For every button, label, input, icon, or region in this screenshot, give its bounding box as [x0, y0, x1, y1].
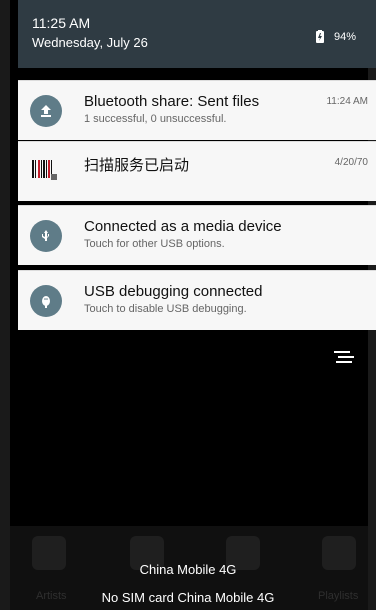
notification-bluetooth-share[interactable]: Bluetooth share: Sent files 1 successful… [18, 80, 376, 140]
notification-usb-media[interactable]: Connected as a media device Touch for ot… [18, 205, 376, 265]
carrier-label-top: China Mobile 4G [139, 562, 237, 577]
notification-scan-service[interactable]: 扫描服务已启动 4/20/70 [18, 141, 376, 201]
notification-title: Bluetooth share: Sent files [84, 93, 260, 110]
notification-time: 11:24 AM [326, 96, 368, 107]
notification-subtitle: Touch to disable USB debugging. [84, 303, 247, 315]
upload-icon [30, 95, 62, 127]
clock-time: 11:25 AM [32, 15, 91, 31]
notification-subtitle: Touch for other USB options. [84, 238, 225, 250]
notification-title: 扫描服务已启动 [84, 157, 190, 174]
usb-icon [30, 220, 62, 252]
barcode-icon [32, 160, 57, 180]
battery-icon [315, 30, 324, 43]
notification-usb-debugging[interactable]: USB debugging connected Touch to disable… [18, 270, 376, 330]
notification-title: USB debugging connected [84, 283, 263, 300]
android-debug-icon [30, 285, 62, 317]
notification-title: Connected as a media device [84, 218, 282, 235]
notification-time: 4/20/70 [334, 157, 368, 168]
battery-percentage: 94% [333, 31, 356, 43]
notification-header: 11:25 AM Wednesday, July 26 94% [18, 0, 376, 68]
notification-subtitle: 1 successful, 0 unsuccessful. [84, 113, 227, 125]
left-edge [0, 0, 10, 610]
carrier-label-bottom: No SIM card China Mobile 4G [101, 590, 275, 605]
battery-status: 94% [314, 30, 356, 44]
clear-notifications-icon[interactable] [334, 350, 354, 366]
